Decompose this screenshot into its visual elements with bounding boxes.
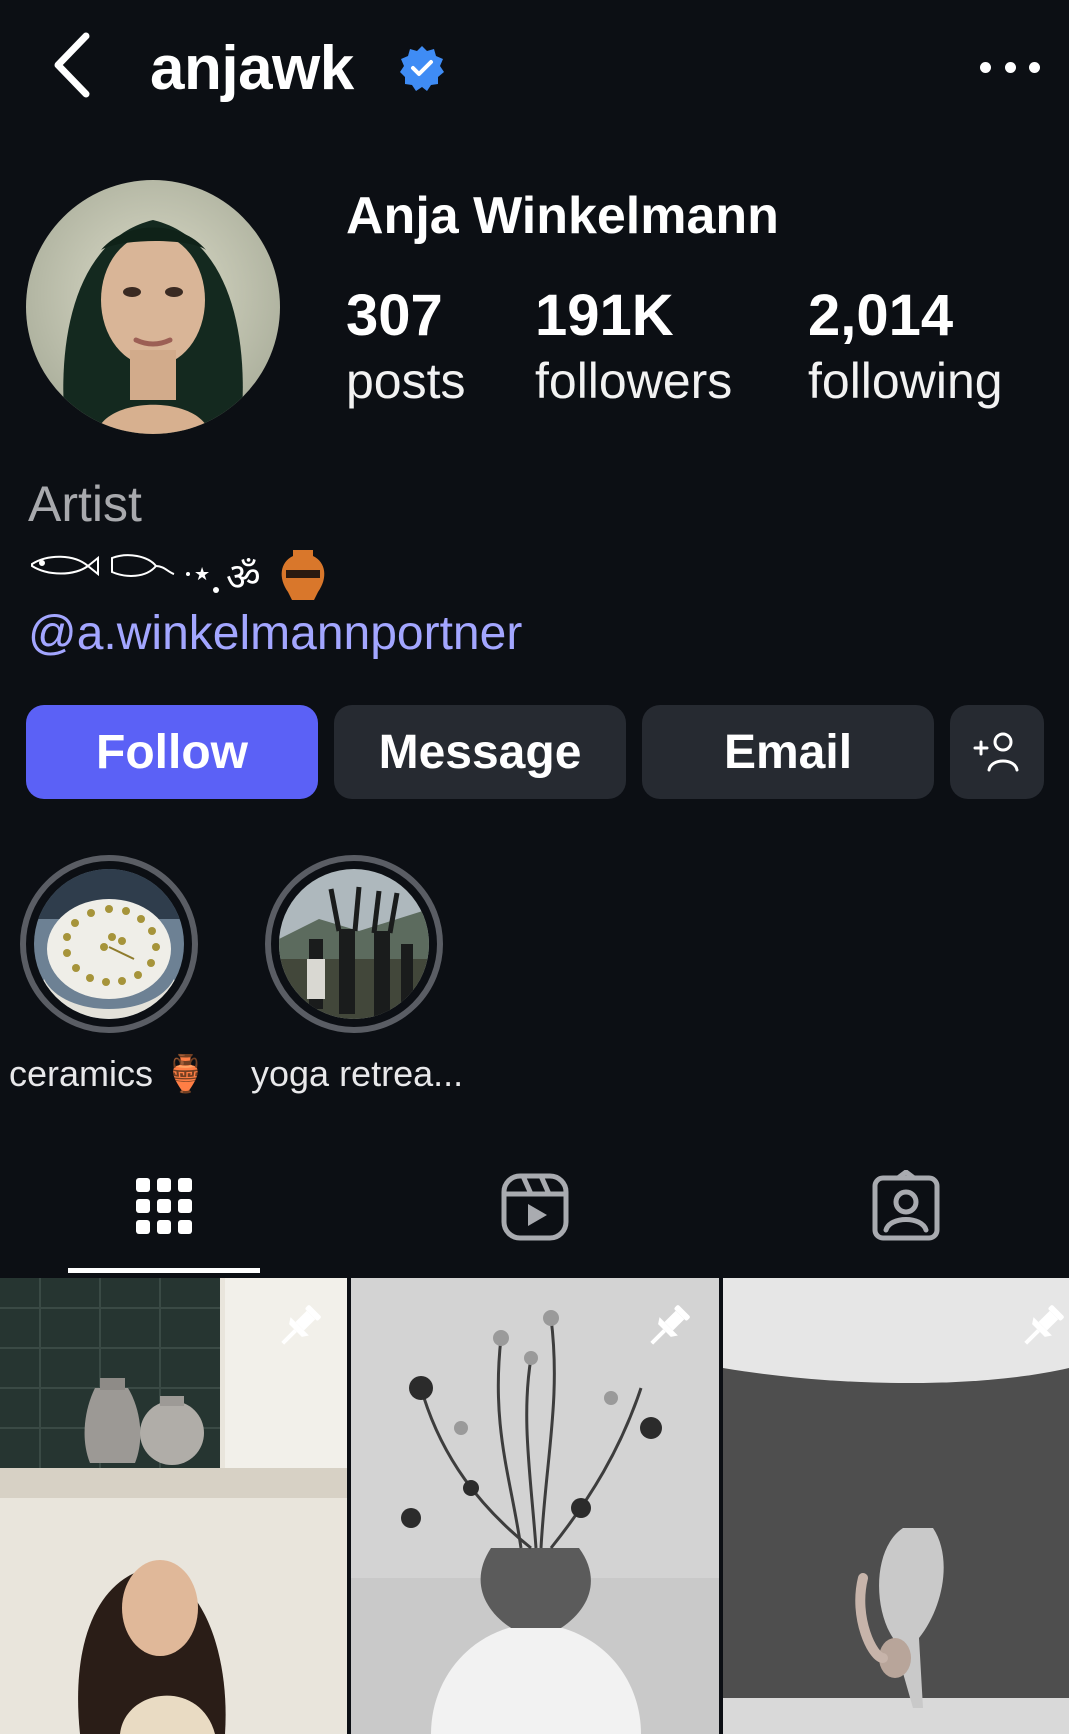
stat-following-value: 2,014 [808, 283, 954, 348]
verified-badge-icon [400, 46, 444, 91]
more-horizontal-icon[interactable] [980, 50, 1040, 84]
highlight-ring [265, 855, 443, 1033]
highlight-ceramics-cover [34, 869, 184, 1019]
bio-emoji-line: ★ ॐ [31, 550, 325, 600]
post-tile[interactable] [351, 1278, 719, 1734]
add-user-icon [973, 732, 1019, 772]
grid-icon[interactable] [128, 1170, 200, 1242]
tagged-icon[interactable] [870, 1170, 942, 1242]
stat-following-label: following [808, 353, 1003, 409]
active-tab-indicator [68, 1268, 260, 1273]
stat-followers-value: 191K [535, 283, 674, 348]
stat-posts-value: 307 [346, 283, 443, 348]
highlight-ceramics-label: ceramics 🏺 [9, 1053, 208, 1094]
profile-full-name: Anja Winkelmann [346, 187, 779, 245]
profile-username: anjawk [150, 34, 354, 103]
chevron-left-icon[interactable] [48, 30, 96, 100]
pin-icon [281, 1305, 321, 1345]
stat-posts-label: posts [346, 353, 466, 409]
email-button[interactable]: Email [642, 705, 934, 799]
stat-posts[interactable]: 307 posts [346, 282, 466, 412]
follow-button[interactable]: Follow [26, 705, 318, 799]
profile-category: Artist [28, 476, 142, 532]
post-tile[interactable] [0, 1278, 347, 1734]
svg-text:★: ★ [194, 564, 210, 585]
stat-following[interactable]: 2,014 following [808, 282, 1003, 412]
fish-icon [31, 555, 99, 577]
highlight-ceramics[interactable] [20, 855, 198, 1033]
flower-icon [111, 554, 175, 577]
post-tile[interactable] [723, 1278, 1069, 1734]
stat-followers[interactable]: 191K followers [535, 282, 732, 412]
amphora-icon [281, 550, 325, 600]
highlight-yoga-retreat[interactable] [265, 855, 443, 1033]
highlight-yoga-label: yoga retrea... [251, 1053, 464, 1094]
bio-link[interactable]: @a.winkelmannportner [28, 604, 522, 664]
profile-avatar[interactable] [26, 180, 280, 434]
reels-icon[interactable] [499, 1170, 571, 1242]
pin-icon [1024, 1305, 1064, 1345]
pin-icon [650, 1305, 690, 1345]
stat-followers-label: followers [535, 353, 733, 409]
svg-text:ॐ: ॐ [226, 555, 261, 599]
message-button[interactable]: Message [334, 705, 626, 799]
highlight-yoga-cover [279, 869, 429, 1019]
highlight-ring [20, 855, 198, 1033]
add-user-button[interactable] [950, 705, 1044, 799]
